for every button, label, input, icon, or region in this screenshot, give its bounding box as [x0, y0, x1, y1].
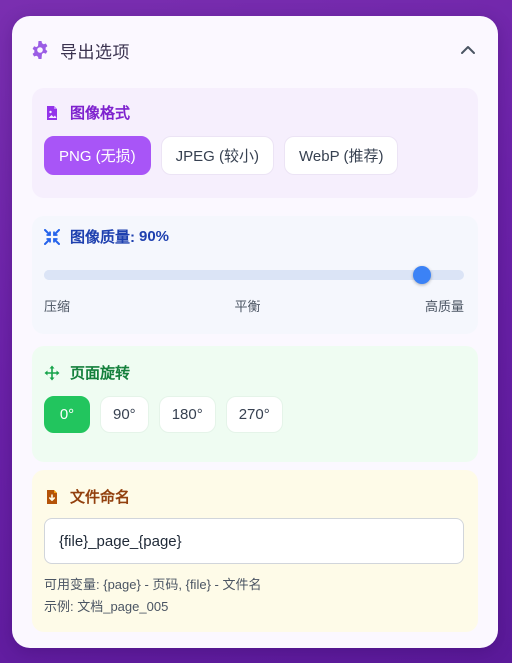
rotation-option-180[interactable]: 180°: [158, 396, 216, 433]
example-hint: 示例: 文档_page_005: [44, 599, 169, 614]
quality-slider[interactable]: [44, 266, 464, 284]
format-option-webp[interactable]: WebP (推荐): [284, 136, 399, 175]
compress-icon: [44, 228, 60, 245]
page-rotation-heading: 页面旋转: [44, 362, 130, 383]
image-format-heading: 图像格式: [44, 102, 130, 123]
variables-hint: 可用变量: {page} - 页码, {file} - 文件名: [44, 577, 262, 592]
format-option-jpeg[interactable]: JPEG (较小): [160, 136, 275, 175]
filename-pattern-input[interactable]: [44, 518, 464, 564]
image-quality-value: 90%: [139, 228, 170, 245]
chevron-up-icon[interactable]: [456, 38, 480, 62]
file-download-icon: [47, 489, 57, 504]
move-arrows-icon: [44, 365, 60, 380]
export-options-panel: 导出选项 图像格式 PNG (无损) JPEG (较小) WebP (推荐) 图…: [12, 16, 498, 648]
page-rotation-section: 页面旋转 0° 90° 180° 270°: [32, 346, 478, 462]
image-format-section: 图像格式 PNG (无损) JPEG (较小) WebP (推荐): [32, 88, 478, 198]
format-option-png[interactable]: PNG (无损): [44, 136, 151, 175]
quality-min-label: 压缩: [44, 299, 71, 314]
quality-scale-labels: 压缩 平衡 高质量: [44, 296, 464, 315]
format-options: PNG (无损) JPEG (较小) WebP (推荐): [44, 136, 399, 175]
image-quality-section: 图像质量: 90% 压缩 平衡 高质量: [32, 216, 478, 334]
quality-slider-fill: [44, 270, 422, 280]
file-naming-title: 文件命名: [70, 489, 131, 506]
panel-header[interactable]: 导出选项: [12, 16, 498, 84]
quality-mid-label: 平衡: [234, 299, 261, 314]
rotation-option-90[interactable]: 90°: [100, 396, 149, 433]
page-rotation-title: 页面旋转: [70, 365, 131, 382]
rotation-option-270[interactable]: 270°: [225, 396, 283, 433]
image-quality-label: 图像质量:: [70, 229, 135, 246]
file-naming-heading: 文件命名: [44, 486, 130, 507]
image-quality-heading: 图像质量: 90%: [44, 226, 169, 247]
quality-max-label: 高质量: [424, 299, 464, 314]
image-format-title: 图像格式: [70, 105, 131, 122]
gear-icon: [32, 41, 48, 59]
rotation-option-0[interactable]: 0°: [44, 396, 90, 433]
file-naming-section: 文件命名 可用变量: {page} - 页码, {file} - 文件名 示例:…: [32, 470, 478, 632]
rotation-options: 0° 90° 180° 270°: [44, 396, 283, 433]
panel-title: 导出选项: [60, 42, 130, 62]
quality-slider-thumb[interactable]: [413, 266, 431, 284]
file-image-icon: [47, 105, 57, 120]
